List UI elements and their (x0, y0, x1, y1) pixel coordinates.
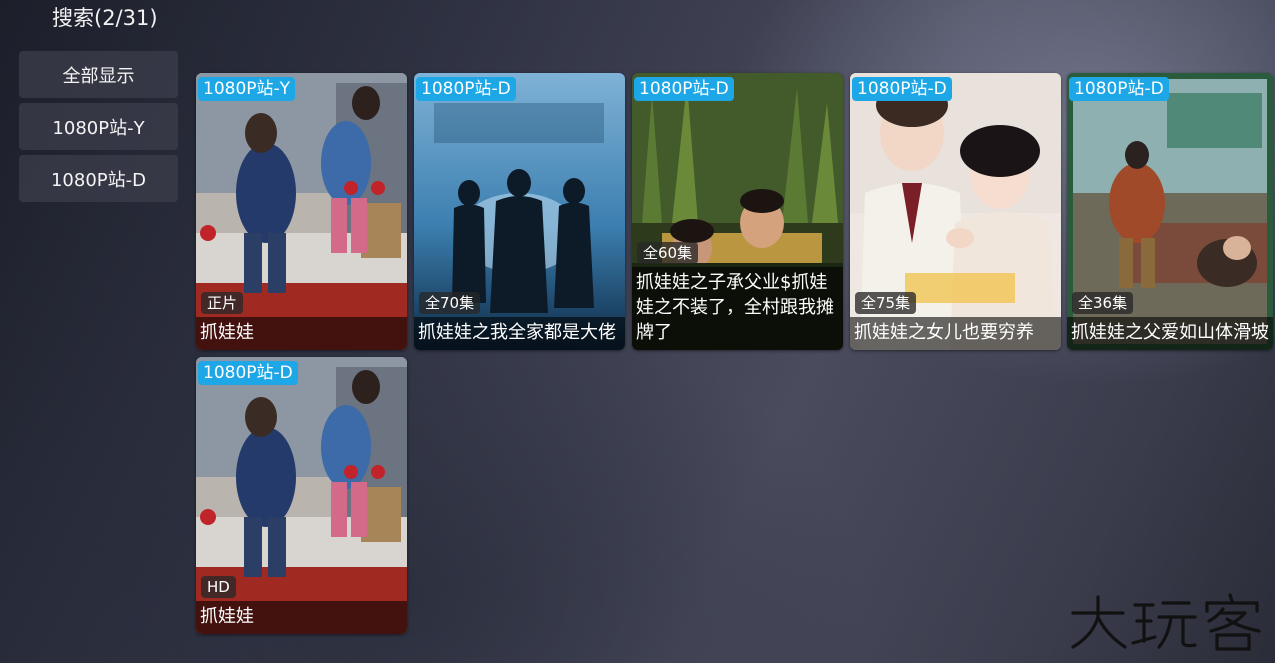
card-title: 抓娃娃之我全家都是大佬 (414, 317, 625, 350)
remark-badge: HD (201, 576, 236, 598)
source-tag: 1080P站-D (198, 361, 298, 385)
result-card[interactable]: 1080P站-D HD 抓娃娃 (196, 357, 407, 634)
source-tag: 1080P站-D (1069, 77, 1169, 101)
card-caption: 全36集 抓娃娃之父爱如山体滑坡 (1067, 292, 1273, 350)
card-title: 抓娃娃 (196, 601, 407, 634)
card-title: 抓娃娃之女儿也要穷养 (850, 317, 1061, 350)
remark-badge: 全36集 (1072, 292, 1134, 314)
card-title: 抓娃娃之父爱如山体滑坡 (1067, 317, 1273, 350)
filter-1080p-d-button[interactable]: 1080P站-D (19, 155, 178, 202)
remark-badge: 全60集 (637, 242, 699, 264)
source-tag: 1080P站-D (852, 77, 952, 101)
remark-badge: 正片 (201, 292, 244, 314)
search-results-title: 搜索(2/31) (52, 6, 158, 30)
card-caption: 全60集 抓娃娃之子承父业$抓娃娃之不装了，全村跟我摊牌了 (632, 242, 843, 350)
card-title: 抓娃娃 (196, 317, 407, 350)
result-card[interactable]: 1080P站-Y 正片 抓娃娃 (196, 73, 407, 350)
result-card[interactable]: 1080P站-D 全70集 抓娃娃之我全家都是大佬 (414, 73, 625, 350)
brand-logo-icon (1067, 591, 1267, 653)
result-card[interactable]: 1080P站-D 全60集 抓娃娃之子承父业$抓娃娃之不装了，全村跟我摊牌了 (632, 73, 843, 350)
source-tag: 1080P站-D (416, 77, 516, 101)
result-card[interactable]: 1080P站-D 全36集 抓娃娃之父爱如山体滑坡 (1067, 73, 1273, 350)
filter-all-button[interactable]: 全部显示 (19, 51, 178, 98)
remark-badge: 全70集 (419, 292, 481, 314)
source-filter-list: 全部显示 1080P站-Y 1080P站-D (19, 51, 178, 207)
card-caption: 全75集 抓娃娃之女儿也要穷养 (850, 292, 1061, 350)
source-tag: 1080P站-D (634, 77, 734, 101)
card-title: 抓娃娃之子承父业$抓娃娃之不装了，全村跟我摊牌了 (632, 267, 843, 350)
card-caption: 正片 抓娃娃 (196, 292, 407, 350)
source-tag: 1080P站-Y (198, 77, 296, 101)
remark-badge: 全75集 (855, 292, 917, 314)
result-card[interactable]: 1080P站-D 全75集 抓娃娃之女儿也要穷养 (850, 73, 1061, 350)
filter-1080p-y-button[interactable]: 1080P站-Y (19, 103, 178, 150)
card-caption: 全70集 抓娃娃之我全家都是大佬 (414, 292, 625, 350)
card-caption: HD 抓娃娃 (196, 576, 407, 634)
